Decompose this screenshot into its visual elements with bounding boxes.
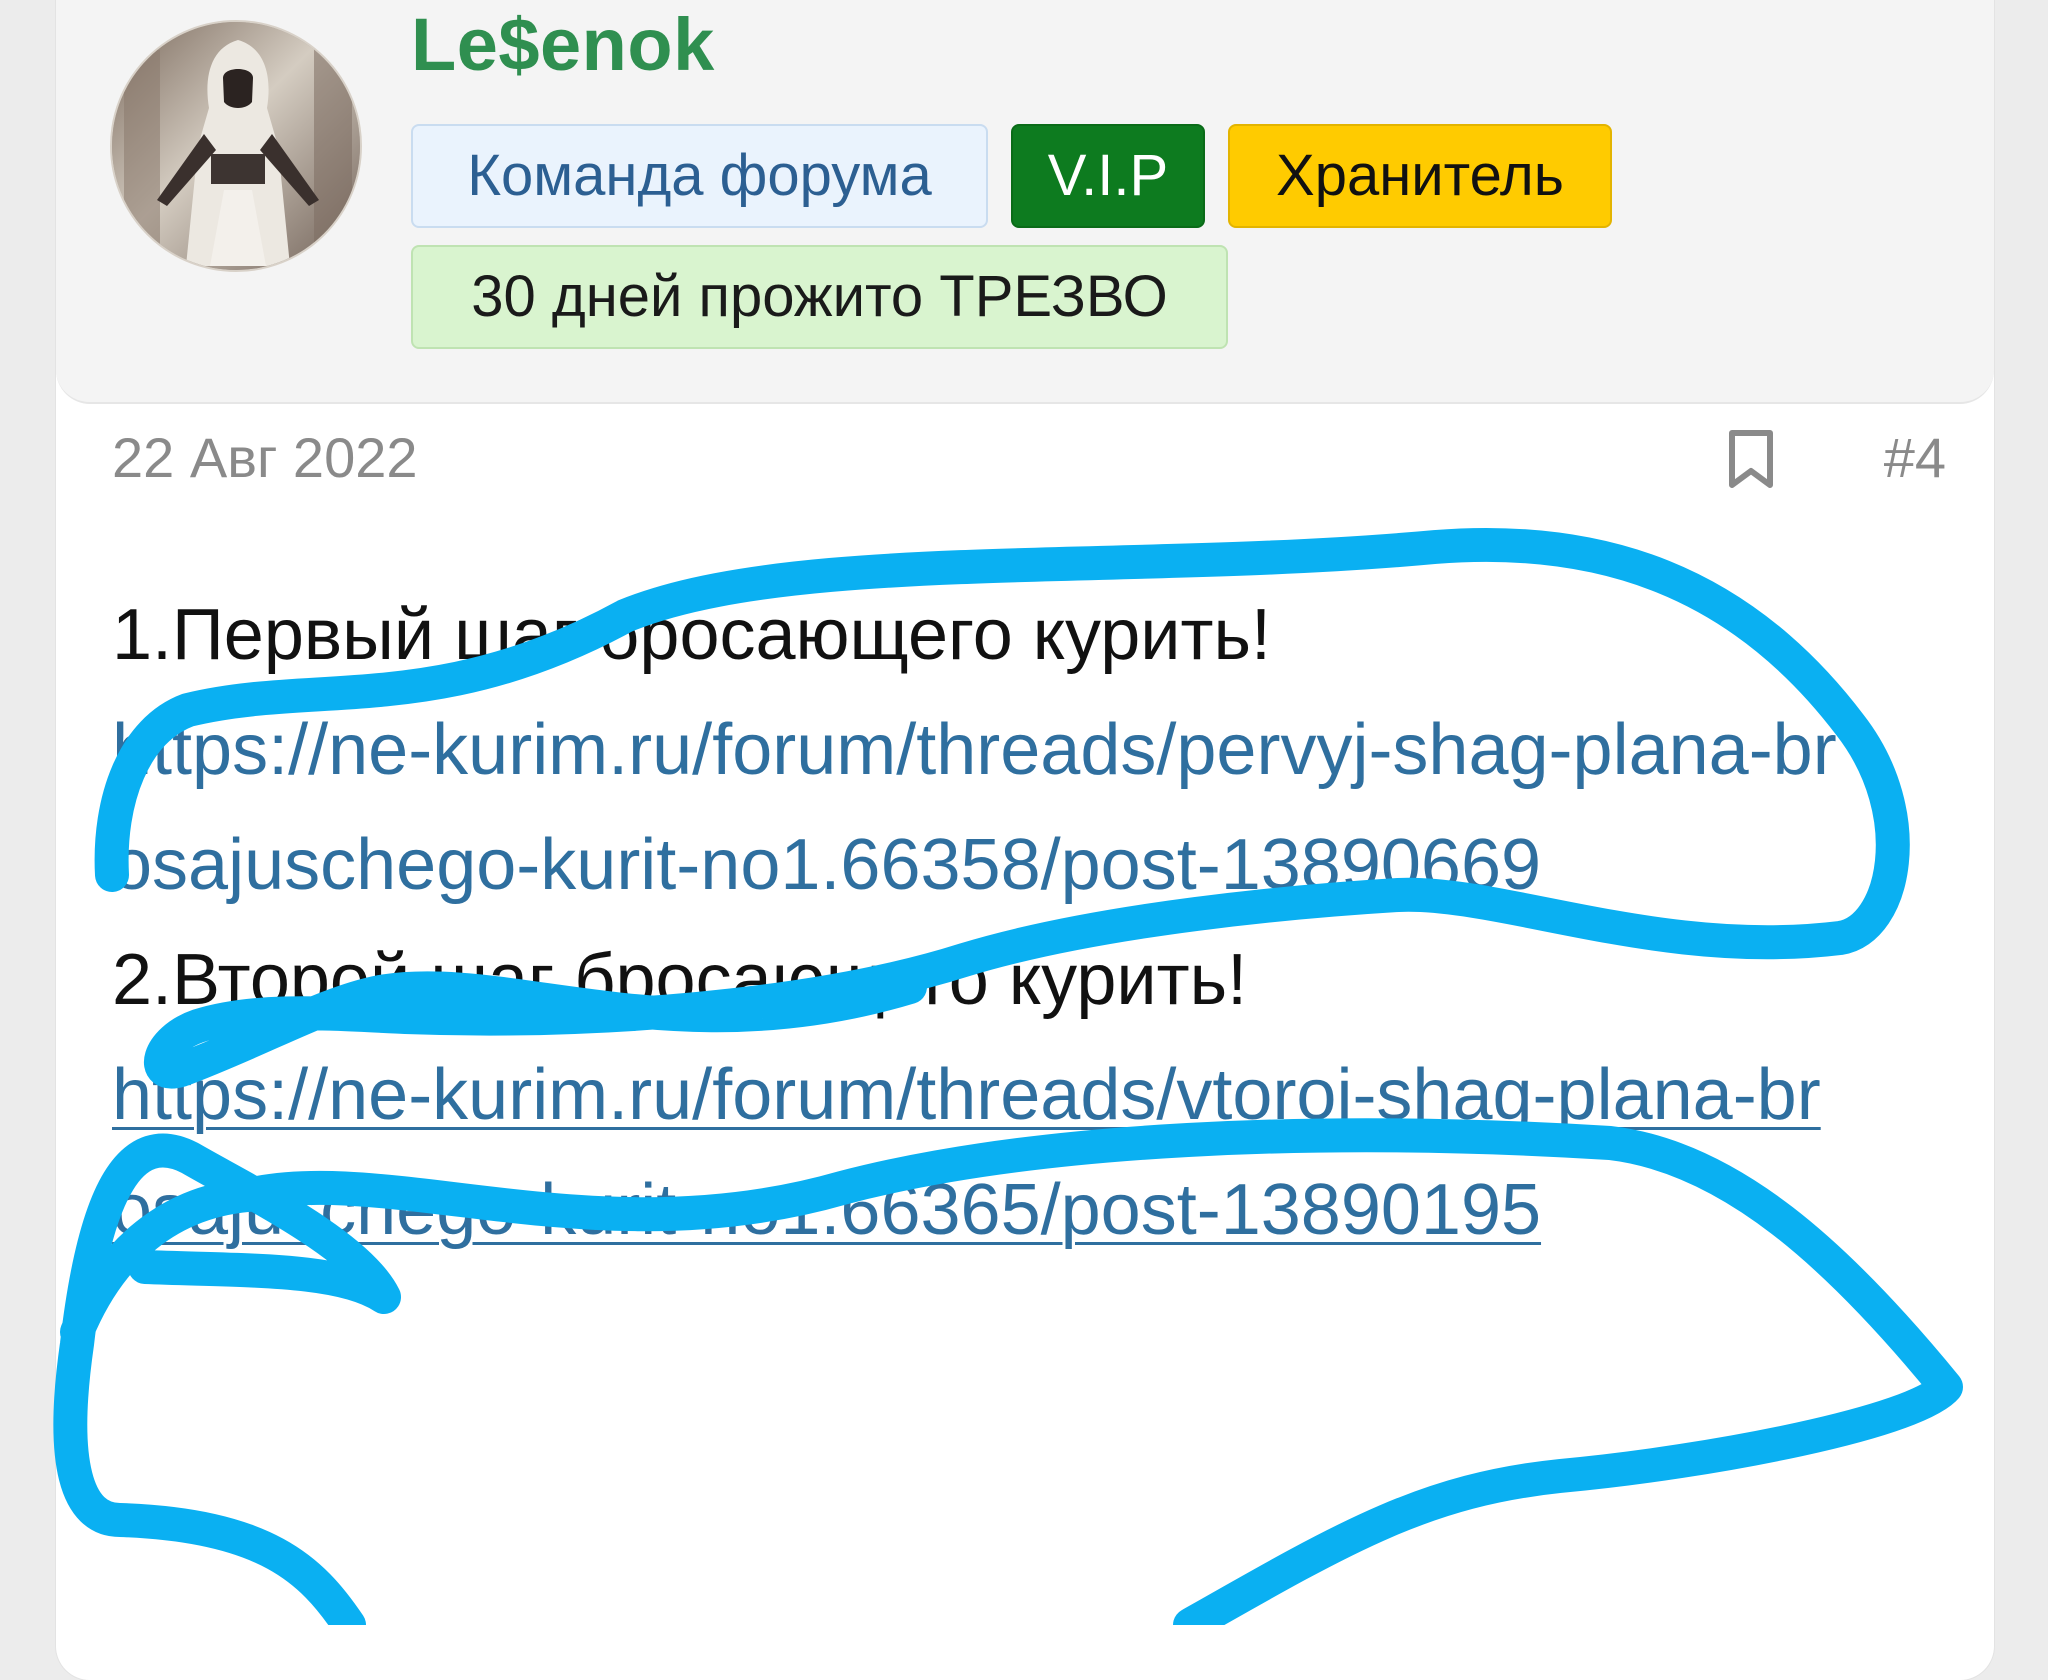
post-card: Le$enok Команда форума V.I.P Хранитель 3… bbox=[56, 0, 1994, 1680]
badge-vip: V.I.P bbox=[1011, 124, 1205, 228]
badge-forum-team: Команда форума bbox=[411, 124, 988, 228]
post-number[interactable]: #4 bbox=[1884, 424, 1946, 491]
badge-keeper: Хранитель bbox=[1228, 124, 1612, 228]
bookmark-icon[interactable] bbox=[1724, 429, 1778, 491]
second-step-link[interactable]: https://ne-kurim.ru/forum/threads/vtoroj… bbox=[112, 1038, 1852, 1268]
first-step-link[interactable]: https://ne-kurim.ru/forum/threads/pervyj… bbox=[112, 693, 1852, 923]
badge-sober-days: 30 дней прожито ТРЕЗВО bbox=[411, 245, 1228, 349]
avatar-image bbox=[112, 22, 360, 270]
second-step-title: 2.Второй шаг бросающего курить! bbox=[112, 940, 1248, 1020]
avatar[interactable] bbox=[110, 20, 362, 272]
post-date[interactable]: 22 Авг 2022 bbox=[112, 424, 418, 491]
post-body: 1.Первый шаг бросающего курить! https://… bbox=[112, 578, 1852, 1268]
username[interactable]: Le$enok bbox=[411, 8, 715, 82]
first-step-title: 1.Первый шаг бросающего курить! bbox=[112, 595, 1271, 675]
user-header: Le$enok Команда форума V.I.P Хранитель 3… bbox=[56, 0, 1994, 404]
